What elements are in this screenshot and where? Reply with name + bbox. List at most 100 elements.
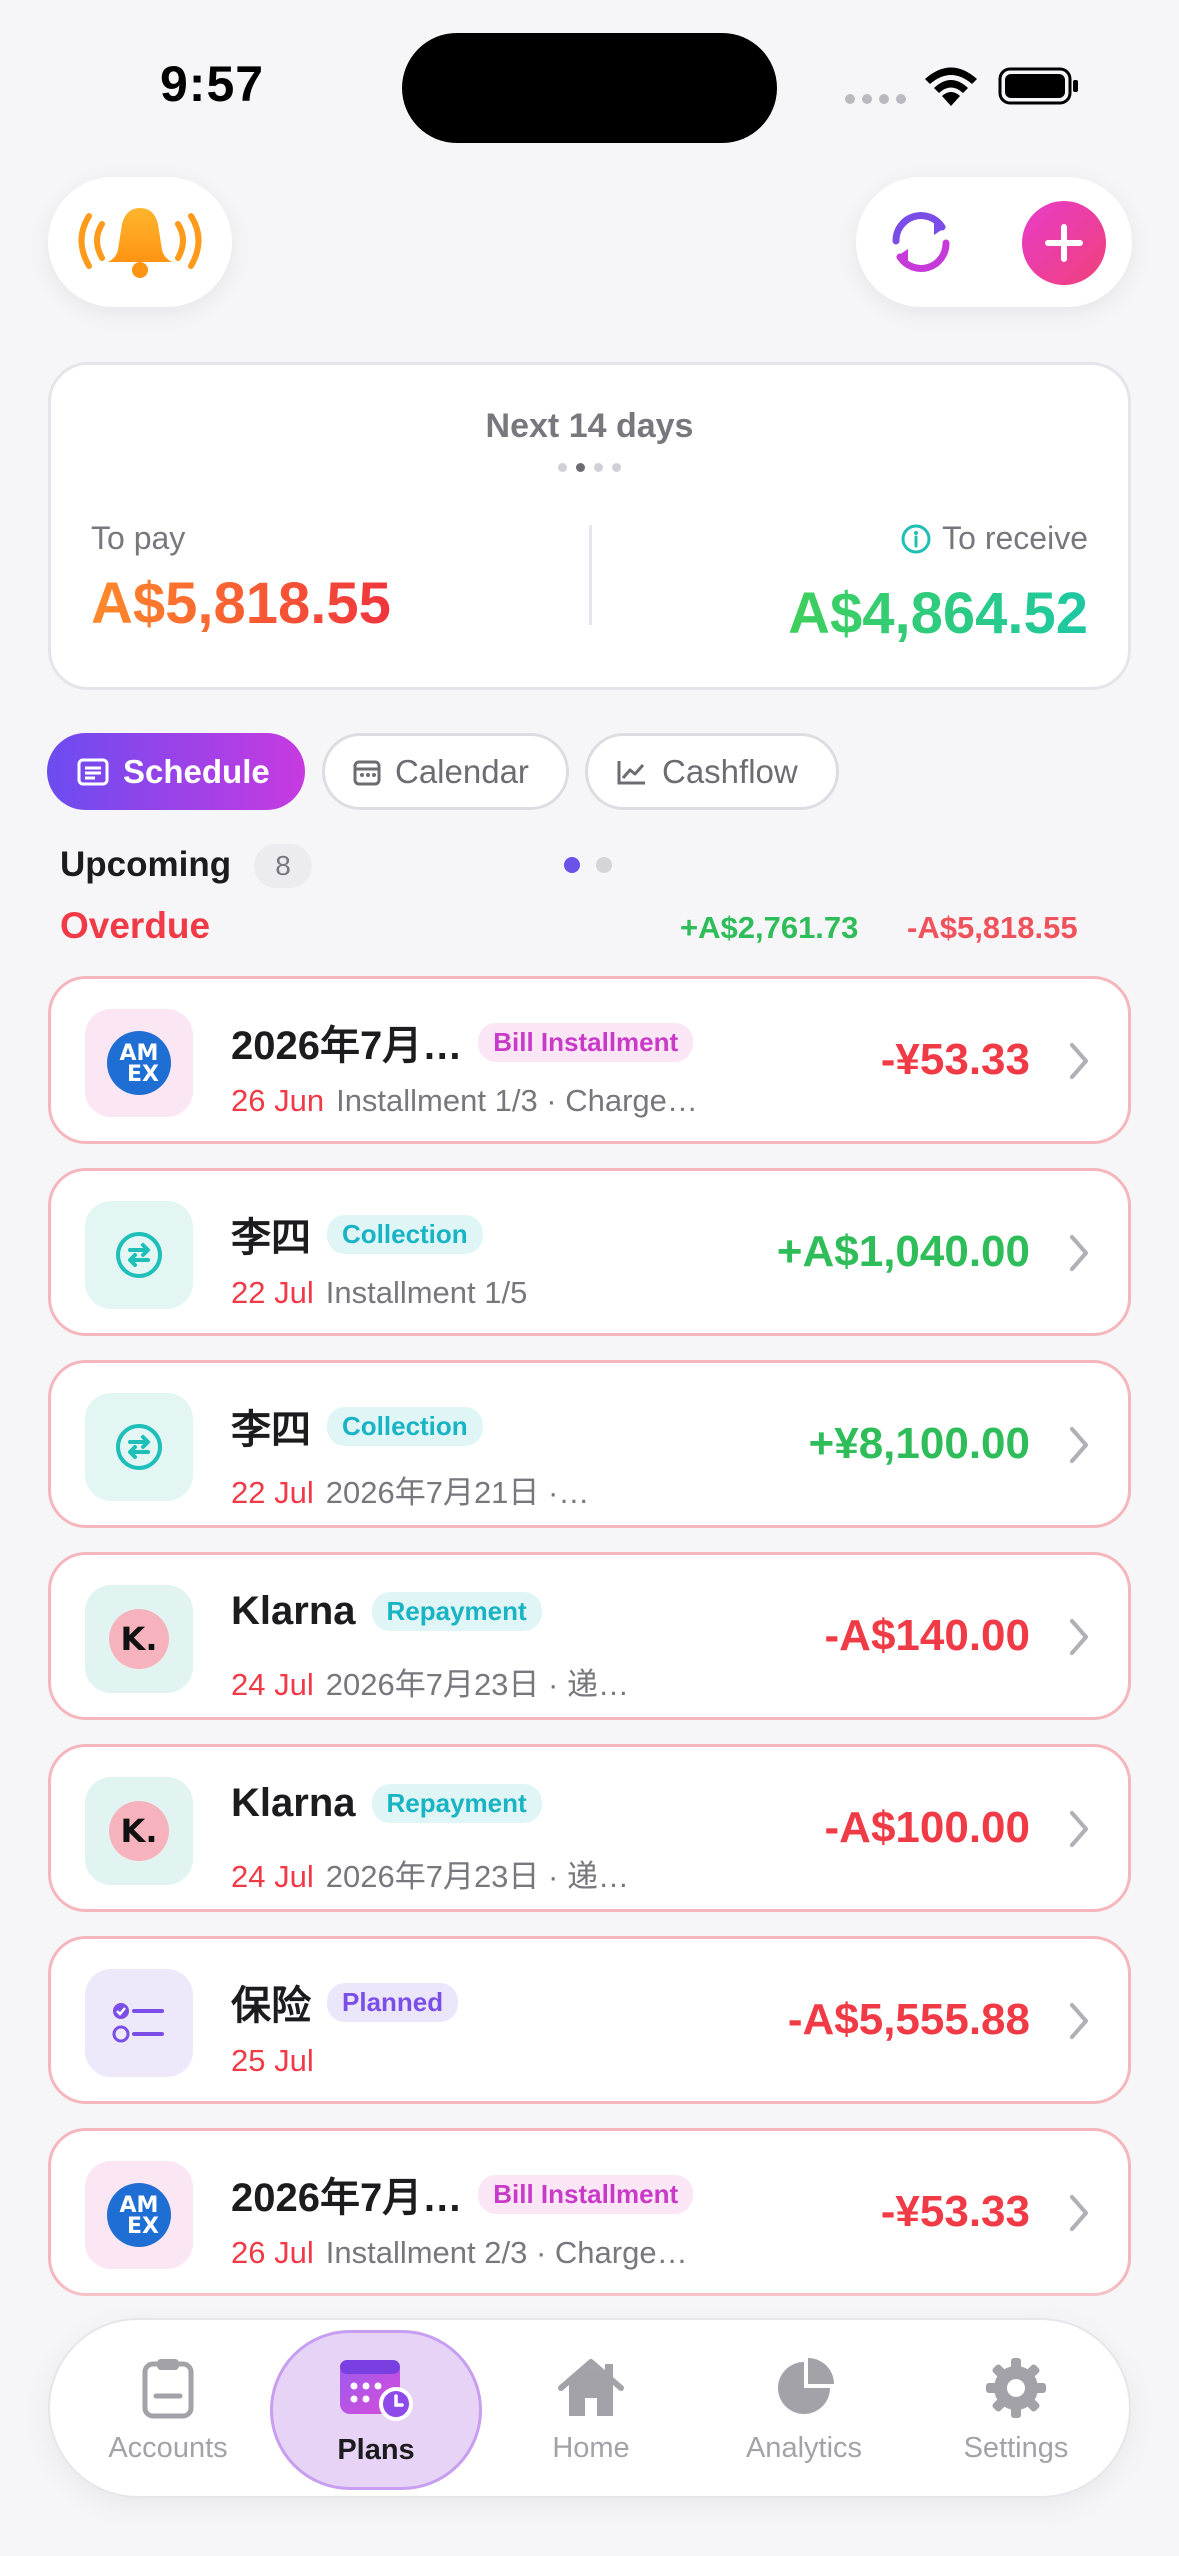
house-icon [558,2358,624,2416]
item-detail: 2026年7月23日 · 递… [325,1667,629,1702]
upcoming-count-badge: 8 [254,844,312,888]
sync-icon [892,212,950,272]
summary-divider [589,525,592,625]
list-page-indicator[interactable] [564,857,612,873]
plan-item[interactable]: 李四 Collection 22 Jul Installment 1/5 +A$1… [48,1168,1131,1336]
plan-item[interactable]: 保险 Planned 25 Jul -A$5,555.88 [48,1936,1131,2104]
segment-schedule[interactable]: Schedule [47,733,305,810]
summary-page-indicator [51,463,1128,472]
info-icon[interactable] [900,523,932,555]
item-title: 李四 [231,1216,311,1260]
to-receive-label: To receive [942,520,1088,556]
chevron-right-icon [1070,1235,1088,1271]
plan-item[interactable]: AM EX 2026年7月… Bill Installment 26 Jun Ins… [48,976,1131,1144]
plan-item[interactable]: AM EX 2026年7月… Bill Installment 26 Jul Ins… [48,2128,1131,2296]
to-pay-amount: A$5,818.55 [91,571,391,636]
item-date: 24 Jul [231,1859,314,1894]
item-amount: -A$100.00 [824,1803,1030,1852]
sync-button[interactable] [878,199,964,285]
item-amount: -¥53.33 [880,2187,1030,2236]
item-detail: 2026年7月21日 ·… [325,1475,590,1510]
item-date: 25 Jul [231,2043,314,2078]
cellular-signal-icon [845,94,906,104]
to-receive-amount: A$4,864.52 [788,581,1088,646]
calendar-icon [353,760,381,785]
klarna-icon: K. [85,1585,193,1693]
tab-settings[interactable]: Settings [910,2330,1122,2490]
wifi-icon [925,67,977,106]
status-bar: 9:57 [0,0,1179,170]
schedule-icon [77,758,109,785]
tab-home[interactable]: Home [485,2330,697,2490]
item-date: 22 Jul [231,1475,314,1510]
chevron-right-icon [1070,1619,1088,1655]
item-detail: Installment 2/3 · Charge… [325,2235,688,2270]
item-detail: 2026年7月23日 · 递… [325,1859,629,1894]
item-type-tag: Repayment [371,1592,542,1631]
dynamic-island [402,33,777,143]
overdue-expense-total: -A$5,818.55 [907,910,1078,945]
tab-analytics[interactable]: Analytics [698,2330,910,2490]
item-amount: -¥53.33 [880,1035,1030,1084]
collection-icon [85,1201,193,1309]
summary-period: Next 14 days [485,407,694,445]
plus-icon [1045,224,1083,262]
reminders-button[interactable] [48,177,232,307]
top-actions [856,177,1132,307]
svg-text:K.: K. [121,1620,158,1658]
upcoming-label: Upcoming [60,845,232,884]
item-title: Klarna [231,1589,356,1633]
tab-plans[interactable]: Plans [270,2330,482,2490]
item-date: 26 Jun [231,1083,325,1118]
klarna-icon: K. [85,1777,193,1885]
svg-text:EX: EX [127,1062,159,1087]
amex-icon: AM EX [85,2161,193,2269]
item-type-tag: Collection [327,1406,483,1446]
line-chart-icon [617,760,645,784]
plan-item[interactable]: K. Klarna Repayment 24 Jul 2026年7月23日 · 递… [48,1744,1131,1912]
chevron-right-icon [1070,1043,1088,1079]
item-amount: -A$140.00 [824,1611,1030,1660]
tab-accounts[interactable]: Accounts [62,2330,274,2490]
item-title: Klarna [231,1781,356,1825]
to-receive-label-group: To receive [900,520,1088,557]
item-type-tag: Collection [327,1214,483,1254]
battery-icon [998,67,1078,105]
amex-icon: AM EX [85,1009,193,1117]
pie-chart-icon [778,2357,834,2414]
svg-text:EX: EX [127,2214,159,2239]
item-title: 保险 [231,1984,311,2028]
item-title: 李四 [231,1408,311,1452]
to-pay-label: To pay [91,520,186,556]
item-detail: Installment 1/5 [325,1275,528,1310]
plan-item[interactable]: 李四 Collection 22 Jul 2026年7月21日 ·… +¥8,10… [48,1360,1131,1528]
summary-card[interactable]: Next 14 days To pay A$5,818.55 To receiv… [48,362,1131,690]
item-date: 22 Jul [231,1275,314,1310]
item-date: 26 Jul [231,2235,314,2270]
chevron-right-icon [1070,1811,1088,1847]
svg-text:K.: K. [121,1812,158,1850]
segment-cashflow[interactable]: Cashflow [585,733,839,810]
item-type-tag: Planned [327,1982,459,2022]
overdue-income-total: +A$2,761.73 [680,910,859,945]
add-plan-button[interactable] [1022,201,1106,285]
plan-item[interactable]: K. Klarna Repayment 24 Jul 2026年7月23日 · 递… [48,1552,1131,1720]
gear-icon [986,2357,1046,2418]
item-amount: +A$1,040.00 [776,1227,1030,1276]
chevron-right-icon [1070,2195,1088,2231]
planned-icon [85,1969,193,2077]
item-amount: -A$5,555.88 [787,1995,1030,2044]
bell-ringing-icon [78,208,202,278]
item-date: 24 Jul [231,1667,314,1702]
calendar-clock-icon [340,2359,413,2421]
chevron-right-icon [1070,1427,1088,1463]
status-time: 9:57 [160,56,265,112]
clipboard-icon [142,2358,194,2418]
item-amount: +¥8,100.00 [808,1419,1030,1468]
item-title: 2026年7月… [231,2176,463,2220]
segment-calendar[interactable]: Calendar [322,733,569,810]
item-type-tag: Bill Installment [478,2174,694,2214]
chevron-right-icon [1070,2003,1088,2039]
tab-bar: Accounts Plans Home Analytics Settings [48,2318,1131,2498]
item-type-tag: Repayment [371,1784,542,1823]
